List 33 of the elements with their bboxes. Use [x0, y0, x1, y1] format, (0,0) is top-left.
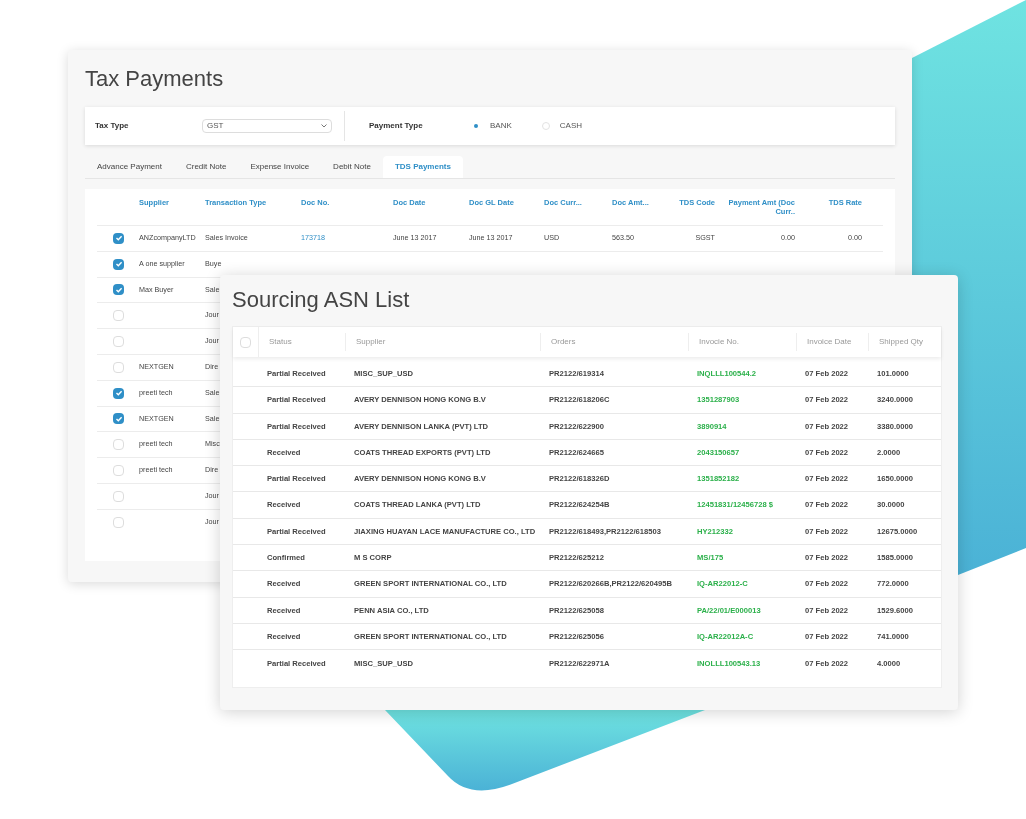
checkbox[interactable] [240, 336, 251, 348]
field-label: Tax Type [95, 120, 130, 132]
checkbox[interactable] [113, 310, 124, 322]
checkbox[interactable] [113, 439, 124, 451]
checkbox[interactable] [113, 232, 124, 244]
tax-type-dropdown[interactable]: GST [202, 119, 332, 133]
column-header: Invoice Date [807, 336, 852, 348]
caret-icon [321, 124, 327, 128]
radio-label: BANK [490, 120, 512, 132]
tab[interactable]: Expense Invoice [238, 156, 322, 178]
checkbox[interactable] [113, 465, 124, 477]
checkbox[interactable] [113, 413, 124, 425]
checkbox[interactable] [113, 387, 124, 399]
radio-label: CASH [559, 120, 583, 132]
column-header: Shipped Qty [879, 336, 924, 348]
page-title: Tax Payments [85, 65, 224, 93]
checkbox[interactable] [113, 490, 124, 502]
field-label: Payment Type [369, 120, 424, 132]
tab[interactable]: Advance Payment [85, 156, 174, 178]
column-header: Status [269, 336, 292, 348]
column-header: Invocie No. [699, 336, 740, 348]
checkbox[interactable] [113, 516, 124, 528]
column-header: Orders [551, 336, 576, 348]
page-title: Sourcing ASN List [232, 286, 410, 314]
checkbox[interactable] [113, 361, 124, 373]
tab[interactable]: Debit Note [321, 156, 383, 178]
column-header: Supplier [356, 336, 386, 348]
tab[interactable]: Credit Note [173, 156, 239, 178]
checkbox[interactable] [113, 336, 124, 348]
radio-button[interactable] [472, 122, 480, 130]
checkbox[interactable] [113, 258, 124, 270]
tab[interactable]: TDS Payments [382, 156, 463, 178]
checkbox[interactable] [113, 284, 124, 296]
